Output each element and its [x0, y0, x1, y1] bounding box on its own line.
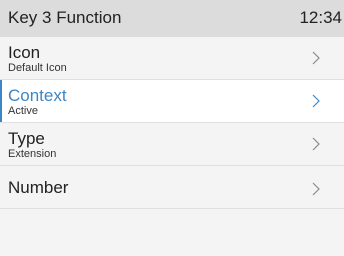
- menu-item-value: Active: [8, 105, 38, 117]
- menu-item-label: Context: [8, 86, 67, 105]
- chevron-right-icon: [312, 51, 320, 65]
- menu-item-number[interactable]: Number: [0, 166, 344, 209]
- chevron-right-icon: [312, 182, 320, 196]
- menu-item-label: Type: [8, 129, 45, 148]
- menu-item-label: Number: [8, 178, 69, 197]
- menu-item-icon[interactable]: Icon Default Icon: [0, 37, 344, 80]
- chevron-right-icon: [312, 137, 320, 151]
- settings-menu: Icon Default Icon Context Active Type Ex…: [0, 37, 344, 209]
- menu-item-context[interactable]: Context Active: [0, 80, 344, 123]
- chevron-right-icon: [312, 94, 320, 108]
- menu-item-value: Extension: [8, 148, 57, 160]
- clock: 12:34: [299, 8, 342, 27]
- menu-item-value: Default Icon: [8, 62, 67, 74]
- page-title: Key 3 Function: [8, 8, 122, 27]
- selection-indicator: [0, 80, 2, 122]
- menu-item-label: Icon: [8, 43, 41, 62]
- menu-item-type[interactable]: Type Extension: [0, 123, 344, 166]
- title-bar: Key 3 Function 12:34: [0, 0, 344, 37]
